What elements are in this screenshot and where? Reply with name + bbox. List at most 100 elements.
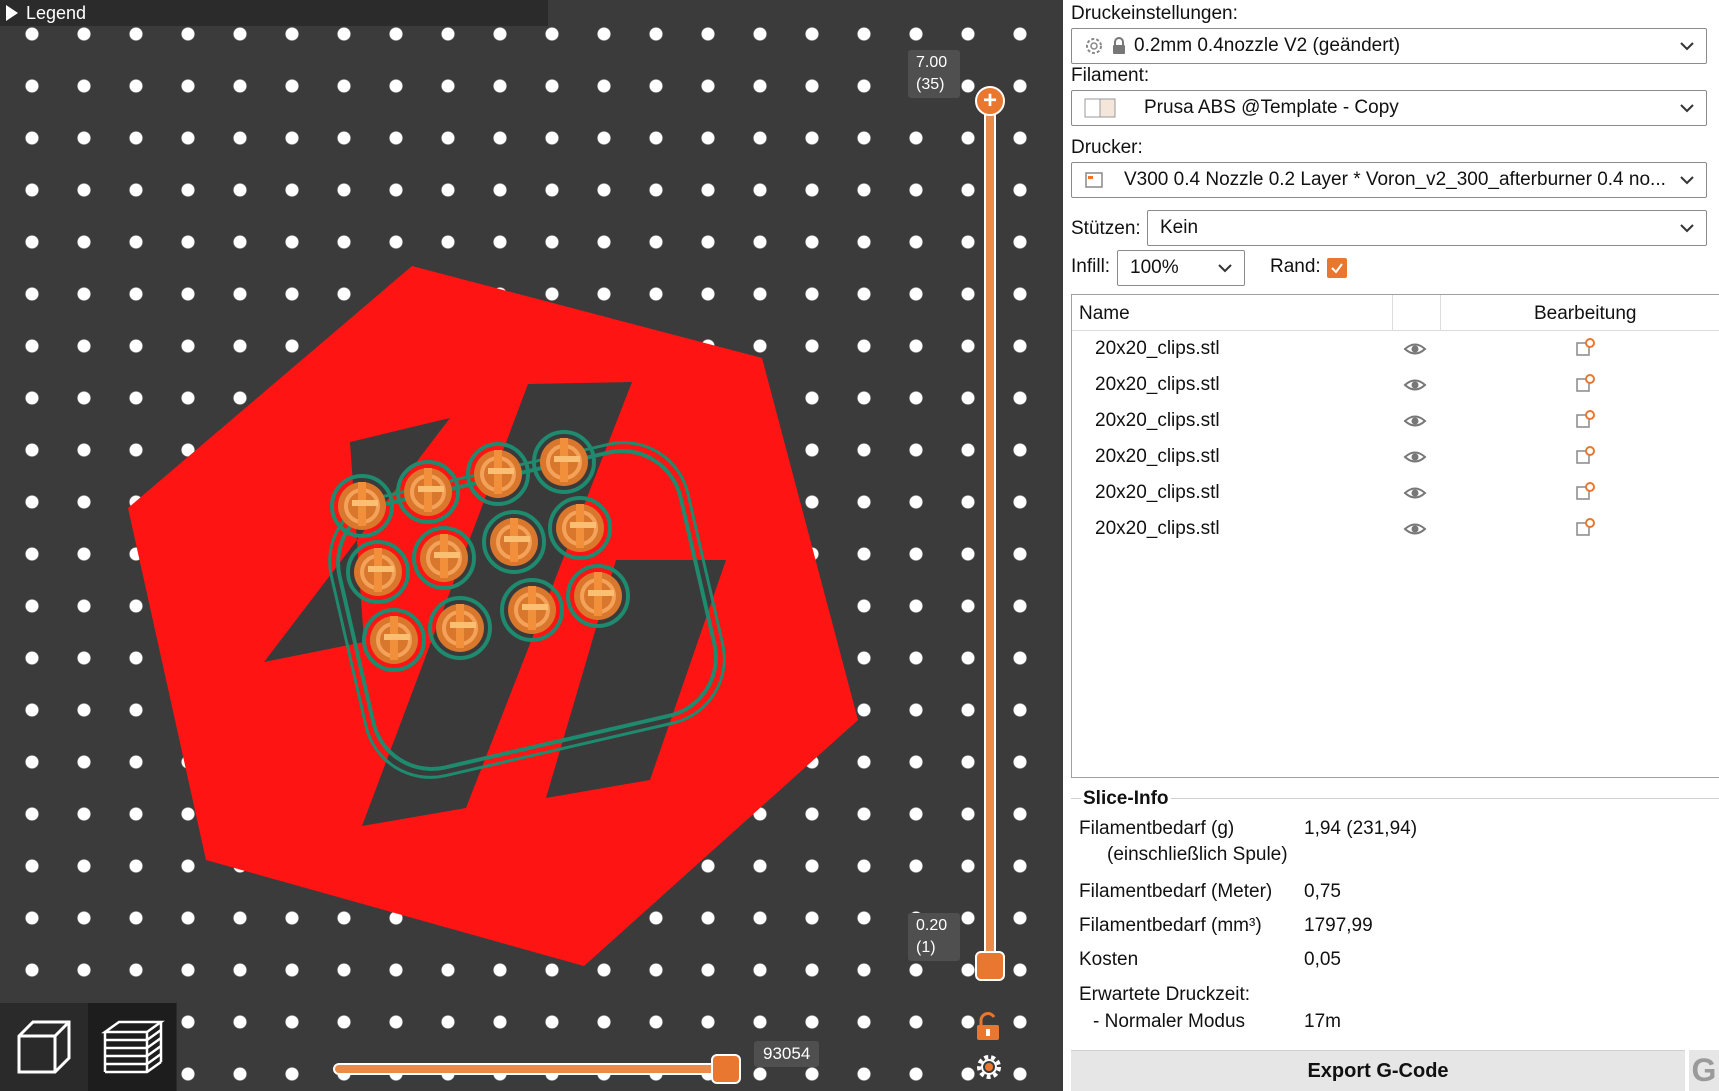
object-row[interactable]: 20x20_clips.stl bbox=[1072, 475, 1719, 511]
edit-settings-icon[interactable] bbox=[1574, 337, 1596, 359]
brim-checkbox[interactable] bbox=[1327, 258, 1347, 278]
object-row[interactable]: 20x20_clips.stl bbox=[1072, 511, 1719, 547]
clip-part bbox=[466, 442, 530, 506]
object-list-header: Name Bearbeitung bbox=[1072, 295, 1719, 331]
3d-viewport[interactable]: Legend 7.00 (35) + 0.20 (1) 93054 bbox=[0, 0, 1063, 1091]
printer-combo[interactable]: V300 0.4 Nozzle 0.2 Layer * Voron_v2_300… bbox=[1071, 162, 1707, 198]
object-row[interactable]: 20x20_clips.stl bbox=[1072, 439, 1719, 475]
printer-label: Drucker: bbox=[1071, 137, 1143, 158]
expand-triangle-icon bbox=[6, 5, 18, 21]
print-settings-combo[interactable]: 0.2mm 0.4nozzle V2 (geändert) bbox=[1071, 28, 1707, 64]
object-row[interactable]: 20x20_clips.stl bbox=[1072, 367, 1719, 403]
chevron-down-icon bbox=[1680, 176, 1694, 185]
object-list[interactable]: Name Bearbeitung 20x20_clips.stl 20x20_cl… bbox=[1071, 294, 1719, 778]
layer-slider-track[interactable] bbox=[984, 100, 996, 968]
printer-icon bbox=[1085, 172, 1103, 188]
supports-label: Stützen: bbox=[1071, 218, 1141, 239]
edit-settings-icon[interactable] bbox=[1574, 517, 1596, 539]
clip-part bbox=[532, 430, 596, 494]
filament-m-value: 0,75 bbox=[1304, 881, 1341, 902]
edit-settings-icon[interactable] bbox=[1574, 445, 1596, 467]
clip-part bbox=[362, 608, 426, 672]
3d-view-button[interactable] bbox=[0, 1003, 88, 1091]
filament-value: Prusa ABS @Template - Copy bbox=[1144, 97, 1399, 118]
eye-icon[interactable] bbox=[1403, 448, 1427, 466]
preview-button[interactable] bbox=[88, 1003, 176, 1091]
view-mode-buttons bbox=[0, 1003, 177, 1091]
eye-icon[interactable] bbox=[1403, 412, 1427, 430]
filament-mm3-value: 1797,99 bbox=[1304, 915, 1373, 936]
slice-info-panel: Slice-Info Filamentbedarf (g) 1,94 (231,… bbox=[1071, 778, 1719, 1038]
move-slider-handle[interactable] bbox=[711, 1054, 741, 1084]
layer-slider-bottom-handle[interactable] bbox=[975, 951, 1005, 981]
eye-icon[interactable] bbox=[1403, 520, 1427, 538]
export-gcode-button[interactable]: Export G-Code bbox=[1071, 1050, 1685, 1091]
eye-icon[interactable] bbox=[1403, 340, 1427, 358]
slice-info-title: Slice-Info bbox=[1081, 788, 1171, 810]
cost-value: 0,05 bbox=[1304, 949, 1341, 970]
object-row[interactable]: 20x20_clips.stl bbox=[1072, 331, 1719, 367]
printer-value: V300 0.4 Nozzle 0.2 Layer * Voron_v2_300… bbox=[1124, 169, 1666, 190]
object-row[interactable]: 20x20_clips.stl bbox=[1072, 403, 1719, 439]
filament-g-value: 1,94 (231,94) bbox=[1304, 818, 1418, 839]
layer-slider-top-handle[interactable]: + bbox=[975, 86, 1005, 116]
supports-combo[interactable]: Kein bbox=[1147, 210, 1707, 246]
edit-settings-icon[interactable] bbox=[1574, 373, 1596, 395]
edit-settings-icon[interactable] bbox=[1574, 481, 1596, 503]
cost-label: Kosten bbox=[1079, 949, 1139, 970]
bottom-layer-number: (1) bbox=[916, 939, 936, 956]
infill-value: 100% bbox=[1130, 257, 1179, 278]
filament-combo[interactable]: Prusa ABS @Template - Copy bbox=[1071, 90, 1707, 126]
column-name[interactable]: Name bbox=[1079, 303, 1130, 325]
checkmark-icon bbox=[1331, 263, 1343, 274]
lock-open-icon[interactable] bbox=[974, 1012, 1002, 1042]
eye-icon[interactable] bbox=[1403, 484, 1427, 502]
supports-value: Kein bbox=[1160, 217, 1199, 238]
brim-label: Rand: bbox=[1270, 256, 1321, 277]
layer-slider-top-label: 7.00 (35) bbox=[908, 50, 960, 98]
settings-cog-icon[interactable] bbox=[974, 1052, 1004, 1082]
object-rows: 20x20_clips.stl 20x20_clips.stl 20x20_clip… bbox=[1072, 331, 1719, 547]
move-slider-label: 93054 bbox=[754, 1041, 820, 1067]
top-height-value: 7.00 bbox=[916, 54, 948, 71]
legend-toggle[interactable]: Legend bbox=[0, 0, 548, 26]
clip-part bbox=[346, 540, 410, 604]
print-settings-value: 0.2mm 0.4nozzle V2 (geändert) bbox=[1134, 35, 1401, 56]
3d-view-icon bbox=[17, 1020, 71, 1074]
print-settings-label: Druckeinstellungen: bbox=[1071, 3, 1238, 24]
bottom-height-value: 0.20 bbox=[916, 917, 948, 934]
settings-cog-icon bbox=[1086, 38, 1102, 54]
normal-mode-label: - Normaler Modus bbox=[1093, 1011, 1246, 1032]
print-bed-scene[interactable] bbox=[0, 0, 1063, 1091]
filament-g-label: Filamentbedarf (g) bbox=[1079, 818, 1235, 839]
filament-g-sublabel: (einschließlich Spule) bbox=[1107, 844, 1288, 865]
normal-mode-value: 17m bbox=[1304, 1011, 1341, 1032]
object-name: 20x20_clips.stl bbox=[1095, 410, 1220, 431]
object-name: 20x20_clips.stl bbox=[1095, 446, 1220, 467]
filament-mm3-label: Filamentbedarf (mm³) bbox=[1079, 915, 1262, 936]
filament-label: Filament: bbox=[1071, 65, 1150, 86]
chevron-down-icon bbox=[1218, 264, 1232, 273]
object-name: 20x20_clips.stl bbox=[1095, 374, 1220, 395]
clip-part bbox=[500, 578, 564, 642]
lock-icon bbox=[1113, 37, 1125, 54]
legend-label: Legend bbox=[26, 2, 87, 23]
settings-panel: Druckeinstellungen: 0.2mm 0.4nozzle V2 (… bbox=[1063, 0, 1719, 1091]
infill-combo[interactable]: 100% bbox=[1117, 250, 1245, 286]
chevron-down-icon bbox=[1680, 104, 1694, 113]
edit-settings-icon[interactable] bbox=[1574, 409, 1596, 431]
clip-part bbox=[548, 496, 612, 560]
top-layer-number: (35) bbox=[916, 76, 945, 93]
clip-part bbox=[566, 564, 630, 628]
filament-color-swatch-icon bbox=[1084, 98, 1116, 118]
filament-m-label: Filamentbedarf (Meter) bbox=[1079, 881, 1273, 902]
gcode-preview-button[interactable]: G bbox=[1689, 1050, 1719, 1091]
column-edit[interactable]: Bearbeitung bbox=[1534, 303, 1636, 325]
move-slider-track[interactable] bbox=[333, 1063, 729, 1075]
print-time-label: Erwartete Druckzeit: bbox=[1079, 984, 1251, 1005]
object-name: 20x20_clips.stl bbox=[1095, 482, 1220, 503]
object-name: 20x20_clips.stl bbox=[1095, 518, 1220, 539]
object-name: 20x20_clips.stl bbox=[1095, 338, 1220, 359]
eye-icon[interactable] bbox=[1403, 376, 1427, 394]
infill-label: Infill: bbox=[1071, 256, 1111, 277]
